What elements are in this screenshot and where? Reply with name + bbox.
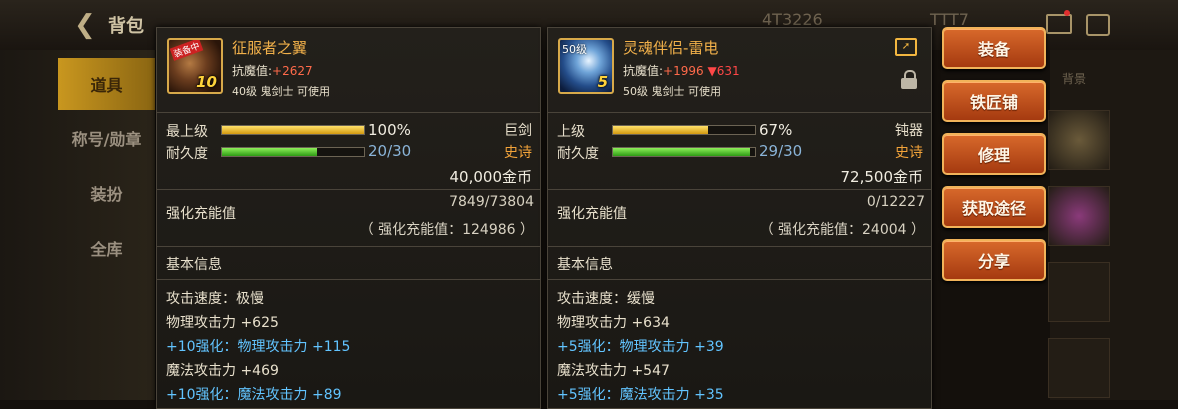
attr-line: 攻击速度：极慢 [166,291,264,307]
durability-bar [221,147,365,157]
durability-label: 耐久度 [557,146,599,162]
enhance-value: 0/12227 [866,194,925,210]
share-button[interactable]: 分享 [942,239,1046,281]
blacksmith-button[interactable]: 铁匠铺 [942,80,1046,122]
divider [157,189,540,190]
item-main-stat: 抗魔值:+2627 [232,64,313,78]
durability-bar [612,147,756,157]
enhance-label: 强化充能值 [557,206,627,222]
notification-dot [1064,10,1070,16]
attr-line: +5强化：物理攻击力 +39 [557,339,724,355]
equip-button[interactable]: 装备 [942,27,1046,69]
durability-label: 耐久度 [166,146,208,162]
inventory-tab[interactable]: 背景 [1062,70,1086,87]
item-icon-level: 5 [597,73,608,91]
inventory-slot[interactable] [1048,262,1110,322]
repair-button[interactable]: 修理 [942,133,1046,175]
weapon-type: 巨剑 [504,123,532,139]
attr-line: 物理攻击力 +634 [557,315,670,331]
max-level-label: 上级 [557,124,585,140]
inventory-slot[interactable] [1048,110,1110,170]
item-name: 灵魂伴侣-雷电 [623,39,719,57]
divider [548,279,931,280]
sidebar-item-items[interactable]: 道具 [58,58,155,110]
item-icon-level-tag: 50级 [562,43,587,56]
sidebar-item-outfit[interactable]: 装扮 [58,167,155,219]
lock-icon[interactable] [901,70,917,89]
attr-line: 物理攻击力 +625 [166,315,279,331]
equipped-badge: 装备中 [169,40,204,61]
equipped-item-tooltip: 装备中 10 征服者之翼 抗魔值:+2627 40级 鬼剑士 可使用 最上级 1… [156,27,541,409]
item-requirement: 40级 鬼剑士 可使用 [232,85,330,98]
enhance-label: 强化充能值 [166,206,236,222]
price: 72,500金币 [840,168,924,186]
basic-info-title: 基本信息 [166,257,222,273]
share-icon[interactable]: ➚ [895,38,917,56]
attr-line: +10强化：魔法攻击力 +89 [166,387,342,403]
attr-line: +5强化：魔法攻击力 +35 [557,387,724,403]
sidebar-item-titles[interactable]: 称号/勋章 [58,112,155,164]
menu-icon[interactable] [1086,14,1110,36]
inventory-slot[interactable] [1048,338,1110,398]
enhance-value: 7849/73804 [449,194,534,210]
item-icon: 50级 5 [558,38,614,94]
divider [548,246,931,247]
attr-line: 魔法攻击力 +469 [166,363,279,379]
divider [157,112,540,113]
item-icon: 装备中 10 [167,38,223,94]
item-name: 征服者之翼 [232,39,308,57]
enhance-sub: （ 强化充能值：124986 ） [359,222,534,238]
inventory-slot[interactable] [1048,186,1110,246]
divider [157,279,540,280]
divider [548,112,931,113]
weapon-type: 钝器 [895,123,923,139]
mail-icon[interactable] [1046,14,1072,34]
enhance-sub: （ 强化充能值：24004 ） [759,222,925,238]
rarity: 史诗 [504,145,532,161]
divider [548,189,931,190]
max-level-percent: 67% [759,121,793,139]
durability-value: 29/30 [759,142,803,160]
attr-line: 攻击速度：缓慢 [557,291,655,307]
durability-value: 20/30 [368,142,412,160]
rarity: 史诗 [895,145,923,161]
basic-info-title: 基本信息 [557,257,613,273]
back-arrow-icon[interactable]: ❮ [74,10,96,40]
max-level-bar [221,125,365,135]
item-requirement: 50级 鬼剑士 可使用 [623,85,721,98]
attr-line: 魔法攻击力 +547 [557,363,670,379]
obtain-route-button[interactable]: 获取途径 [942,186,1046,228]
max-level-percent: 100% [368,121,411,139]
attr-line: +10强化：物理攻击力 +115 [166,339,351,355]
item-main-stat: 抗魔值:+1996 ▼631 [623,64,740,78]
sidebar-item-storage[interactable]: 全库 [58,222,155,274]
item-icon-level: 10 [196,73,217,91]
max-level-bar [612,125,756,135]
bag-title: 背包 [108,16,144,37]
max-level-label: 最上级 [166,124,208,140]
compare-item-tooltip: 50级 5 灵魂伴侣-雷电 抗魔值:+1996 ▼631 50级 鬼剑士 可使用… [547,27,932,409]
price: 40,000金币 [449,168,533,186]
divider [157,246,540,247]
